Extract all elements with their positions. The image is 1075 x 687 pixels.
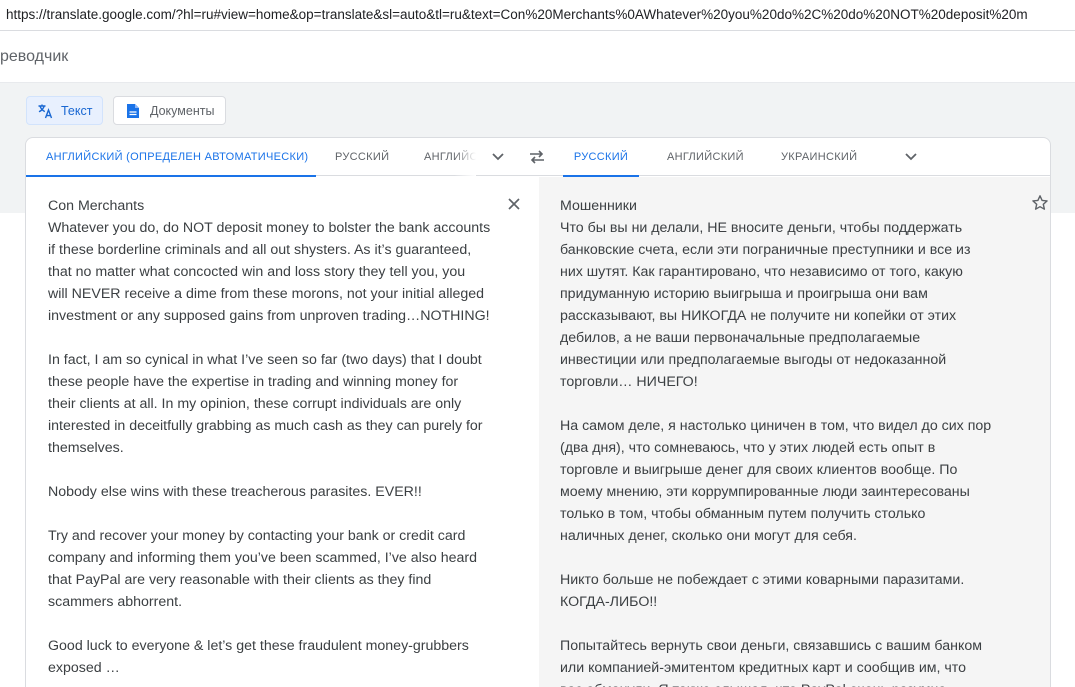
swap-arrows-icon[interactable]: [528, 149, 546, 165]
tab-target-russian[interactable]: РУССКИЙ: [563, 138, 639, 177]
tab-source-english[interactable]: АНГЛИЙС: [424, 138, 476, 176]
chevron-down-icon[interactable]: [490, 150, 506, 164]
language-bar: АНГЛИЙСКИЙ (ОПРЕДЕЛЕН АВТОМАТИЧЕСКИ) РУС…: [26, 138, 1050, 177]
source-english-label: АНГЛИЙС: [424, 151, 476, 163]
target-ukrainian-label: УКРАИНСКИЙ: [781, 151, 858, 163]
documents-mode-button[interactable]: Документы: [113, 96, 226, 125]
translate-icon: [37, 102, 53, 120]
documents-mode-label: Документы: [150, 103, 215, 118]
text-mode-label: Текст: [61, 103, 93, 118]
chevron-down-icon[interactable]: [903, 150, 919, 164]
address-bar[interactable]: https://translate.google.com/?hl=ru#view…: [0, 0, 1075, 31]
star-icon[interactable]: [1031, 194, 1049, 212]
source-detected-label: АНГЛИЙСКИЙ (ОПРЕДЕЛЕН АВТОМАТИЧЕСКИ): [46, 151, 309, 163]
tab-source-detected[interactable]: АНГЛИЙСКИЙ (ОПРЕДЕЛЕН АВТОМАТИЧЕСКИ): [26, 138, 316, 177]
target-english-label: АНГЛИЙСКИЙ: [667, 151, 744, 163]
target-pane: Мошенники Что бы вы ни делали, НЕ вносит…: [539, 177, 1050, 687]
source-textarea[interactable]: Con Merchants Whatever you do, do NOT de…: [48, 195, 503, 679]
source-pane[interactable]: Con Merchants Whatever you do, do NOT de…: [26, 177, 539, 687]
translate-card: АНГЛИЙСКИЙ (ОПРЕДЕЛЕН АВТОМАТИЧЕСКИ) РУС…: [25, 137, 1051, 687]
url-text[interactable]: https://translate.google.com/?hl=ru#view…: [6, 7, 1028, 22]
target-russian-label: РУССКИЙ: [573, 151, 629, 163]
text-mode-button[interactable]: Текст: [26, 96, 103, 125]
source-russian-label: РУССКИЙ: [335, 151, 390, 163]
tab-target-english[interactable]: АНГЛИЙСКИЙ: [667, 138, 744, 176]
tab-source-russian[interactable]: РУССКИЙ: [335, 138, 389, 176]
translation-output: Мошенники Что бы вы ни делали, НЕ вносит…: [560, 198, 992, 687]
tab-target-ukrainian[interactable]: УКРАИНСКИЙ: [781, 138, 857, 176]
app-title: реводчик: [0, 48, 69, 65]
document-icon: [124, 102, 142, 120]
app-header: реводчик: [0, 31, 1075, 83]
close-icon[interactable]: [507, 197, 521, 211]
